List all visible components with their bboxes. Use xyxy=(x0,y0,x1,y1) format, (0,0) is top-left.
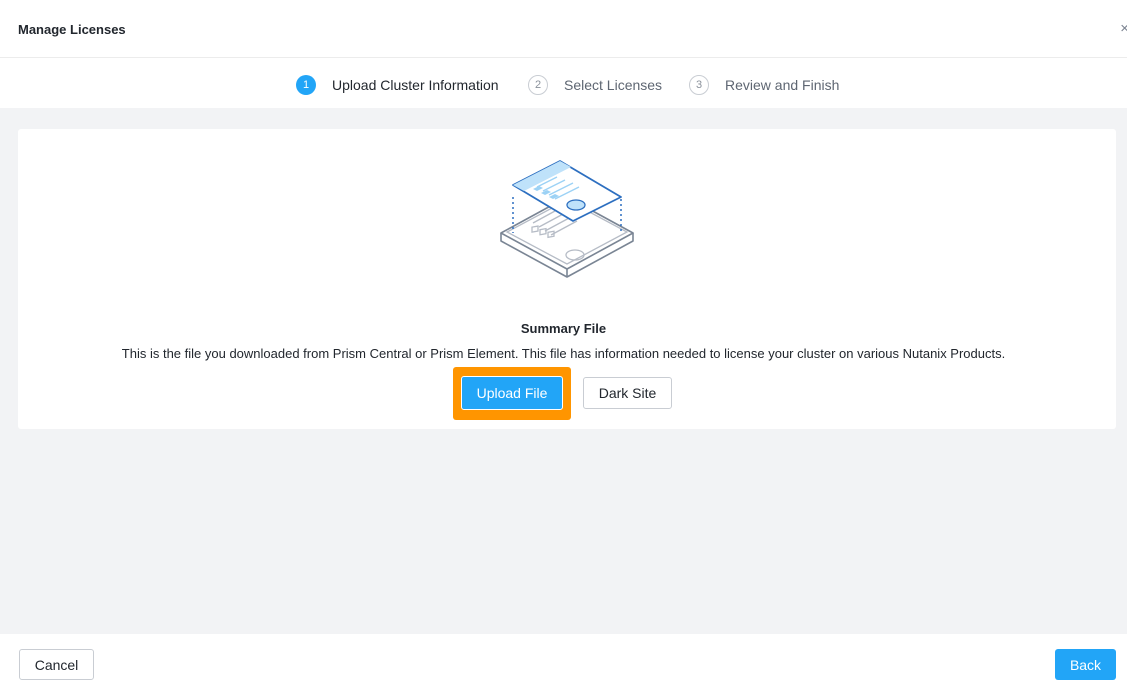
dialog-title: Manage Licenses xyxy=(18,22,126,37)
step-number-badge: 3 xyxy=(689,75,709,95)
cancel-button[interactable]: Cancel xyxy=(19,649,94,680)
dark-site-button[interactable]: Dark Site xyxy=(583,377,672,409)
step-label: Review and Finish xyxy=(725,77,840,93)
summary-file-title: Summary File xyxy=(520,321,607,336)
step-label: Select Licenses xyxy=(564,77,663,93)
step-review-and-finish: 3 Review and Finish xyxy=(689,75,839,95)
dialog-footer xyxy=(0,634,1127,684)
back-button[interactable]: Back xyxy=(1055,649,1116,680)
step-select-licenses: 2 Select Licenses xyxy=(528,75,662,95)
upload-file-button[interactable]: Upload File xyxy=(461,376,563,410)
wizard-steps: 1 Upload Cluster Information 2 Select Li… xyxy=(0,59,1127,108)
summary-file-illustration-icon xyxy=(500,160,634,278)
dialog-header: Manage Licenses × xyxy=(0,0,1127,58)
step-number-badge: 1 xyxy=(296,75,316,95)
summary-file-description: This is the file you downloaded from Pri… xyxy=(121,346,1006,361)
step-number-badge: 2 xyxy=(528,75,548,95)
step-label: Upload Cluster Information xyxy=(332,77,499,93)
step-upload-cluster-information: 1 Upload Cluster Information xyxy=(296,75,499,95)
close-icon[interactable]: × xyxy=(1120,20,1127,37)
